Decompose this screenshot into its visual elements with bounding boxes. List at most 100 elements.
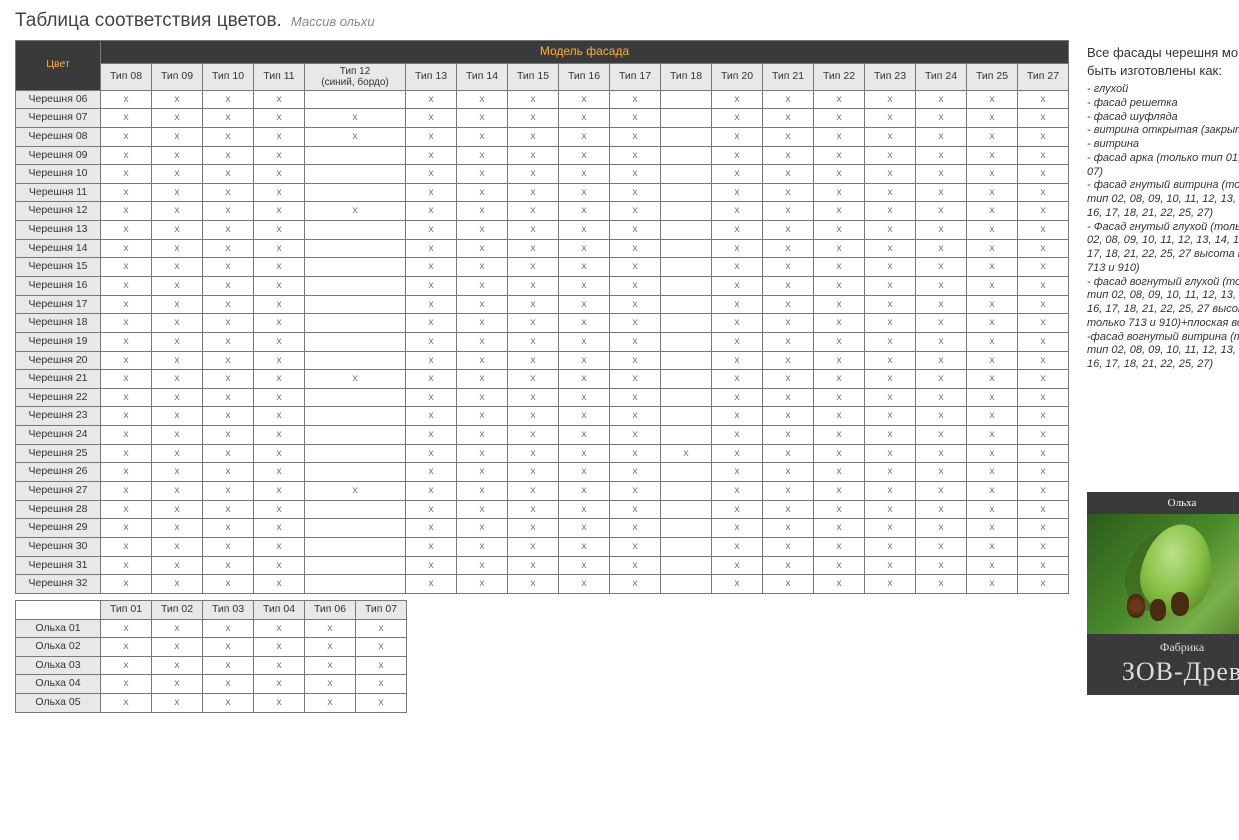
cell: x [1018,500,1069,519]
cell: x [203,239,254,258]
cell: x [610,388,661,407]
cell: x [406,519,457,538]
cell: x [152,575,203,594]
logo-factory: Фабрика ЗОВ-Древ [1087,634,1239,695]
cell: x [610,314,661,333]
cell: x [254,482,305,501]
cell: x [406,239,457,258]
cell: x [152,500,203,519]
cell [661,221,712,240]
cell: x [457,332,508,351]
cell: x [203,90,254,109]
cell: x [254,90,305,109]
cell: x [508,370,559,389]
cell: x [1018,444,1069,463]
cell: x [712,314,763,333]
cell: x [305,370,406,389]
cell: x [967,314,1018,333]
cell: x [406,277,457,296]
cell: x [152,656,203,675]
cell: x [305,482,406,501]
row-head: Черешня 23 [16,407,101,426]
cell: x [101,500,152,519]
cell [305,221,406,240]
cell: x [967,109,1018,128]
cell: x [967,127,1018,146]
cell: x [356,656,407,675]
cell: x [254,500,305,519]
cell: x [508,295,559,314]
cell: x [916,146,967,165]
cell: x [101,277,152,296]
cell: x [763,351,814,370]
cell: x [254,575,305,594]
cell [305,351,406,370]
cell: x [559,482,610,501]
cell: x [254,444,305,463]
cell: x [101,407,152,426]
cell [661,556,712,575]
cell: x [406,202,457,221]
row-head: Черешня 26 [16,463,101,482]
cell [305,388,406,407]
table-row: Черешня 09xxxxxxxxxxxxxxxx [16,146,1069,165]
cell: x [203,575,254,594]
cell: x [712,258,763,277]
cell: x [763,221,814,240]
cell: x [763,426,814,445]
cell: x [916,407,967,426]
table-row: Ольха 04xxxxxx [16,675,407,694]
cell: x [814,295,865,314]
cell: x [152,239,203,258]
cell: x [559,463,610,482]
cell: x [559,258,610,277]
cell: x [763,90,814,109]
row-head: Черешня 24 [16,426,101,445]
cell [305,146,406,165]
row-head: Черешня 32 [16,575,101,594]
table-row: Черешня 14xxxxxxxxxxxxxxxx [16,239,1069,258]
cell: x [152,332,203,351]
cell [661,482,712,501]
cell: x [814,146,865,165]
cell: x [916,258,967,277]
cell: x [457,183,508,202]
row-head: Черешня 10 [16,165,101,184]
cell: x [559,183,610,202]
cell: x [508,109,559,128]
cell: x [152,444,203,463]
cell: x [967,332,1018,351]
cell: x [712,370,763,389]
cell: x [457,444,508,463]
cell: x [203,109,254,128]
cell: x [559,165,610,184]
cell: x [712,463,763,482]
cell: x [254,351,305,370]
cell: x [1018,575,1069,594]
note-line: - фасад гнутый витрина (только тип 02, 0… [1087,179,1239,220]
title-main: Таблица соответствия цветов. [15,10,282,31]
cell: x [457,202,508,221]
note-line: - фасад арка (только тип 01, 02, 07) [1087,152,1239,180]
cell [661,146,712,165]
cell: x [610,519,661,538]
cell: x [101,127,152,146]
cell: x [457,407,508,426]
cell: x [1018,258,1069,277]
cell: x [457,463,508,482]
cell: x [508,239,559,258]
cell: x [356,675,407,694]
cell: x [865,109,916,128]
cell: x [508,221,559,240]
cell [661,426,712,445]
cell: x [356,619,407,638]
cell: x [763,183,814,202]
cell: x [916,537,967,556]
cell: x [763,575,814,594]
cell: x [865,127,916,146]
cell: x [457,314,508,333]
col-head: Тип 18 [661,63,712,90]
cell: x [152,463,203,482]
cell: x [101,221,152,240]
cell: x [406,332,457,351]
